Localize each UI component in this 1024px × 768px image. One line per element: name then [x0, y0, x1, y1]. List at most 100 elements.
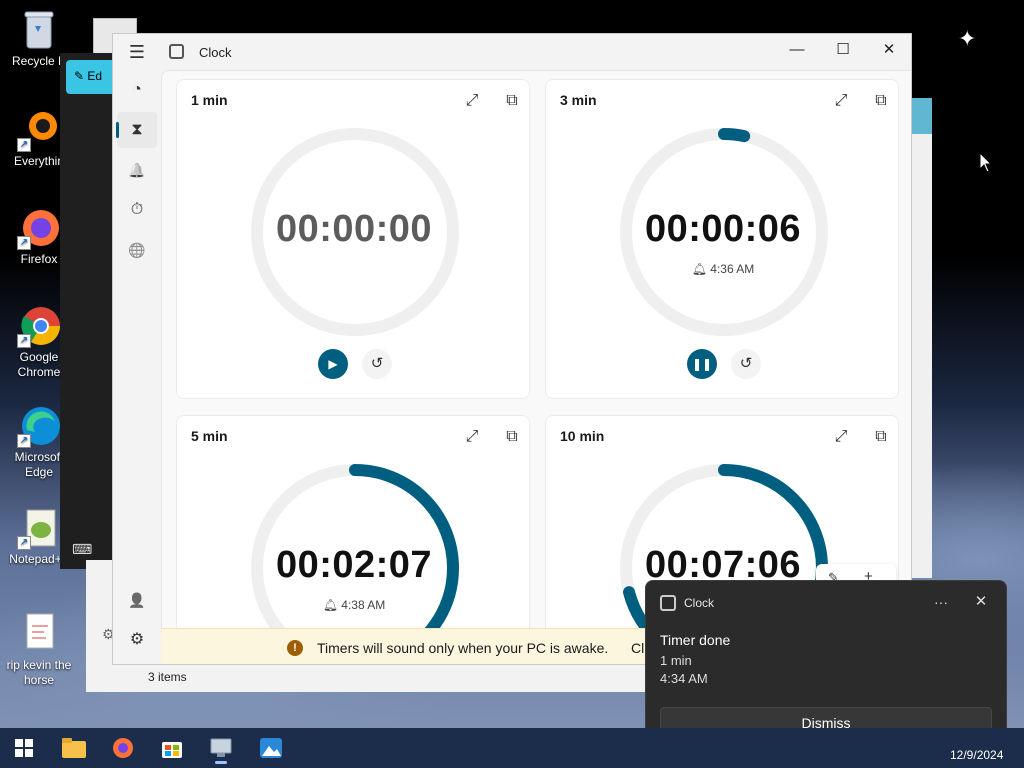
background-window-header: [910, 98, 932, 134]
nav-focus-sessions[interactable]: ◔: [117, 72, 157, 108]
maximize-button[interactable]: ☐: [820, 34, 866, 66]
reset-button[interactable]: ↺: [731, 349, 761, 379]
notepadpp-icon: ↗: [17, 506, 61, 550]
recycle-bin-icon: [17, 8, 61, 52]
hamburger-icon[interactable]: ☰: [125, 42, 149, 62]
focus-icon: ◔: [132, 81, 142, 98]
star-icon: ✦: [958, 26, 977, 51]
gear-icon: ⚙: [129, 631, 145, 648]
start-button[interactable]: [6, 732, 42, 764]
taskbar-remote-desktop[interactable]: [203, 732, 239, 764]
bell-icon: 🔔: [128, 162, 146, 178]
desktop-icon-label: Google Chrome: [17, 350, 61, 379]
photos-icon: [260, 738, 282, 758]
expand-icon[interactable]: ⤢: [828, 424, 854, 450]
end-time-label: 4:38 AM: [341, 598, 386, 612]
clock-window: ☰ Clock — ☐ ✕ ◔ ⧗ 🔔 ⏱ 🌐 👤 ⚙ 1 min ⤢ ⧉ 00…: [112, 33, 912, 665]
bell-icon: 🔔︎: [322, 598, 338, 612]
background-edit-button[interactable]: ✎ Ed: [66, 60, 112, 94]
nav-active-indicator: [116, 122, 119, 138]
nav-timer[interactable]: ⧗: [117, 112, 157, 148]
nav-alarm[interactable]: 🔔: [117, 152, 157, 188]
taskbar-store[interactable]: [154, 732, 190, 764]
timer-card: 1 min ⤢ ⧉ 00:00:00 ▶ ↺: [176, 79, 530, 399]
clock-app-icon: [169, 44, 184, 59]
timer-name: 3 min: [560, 92, 597, 108]
titlebar: ☰ Clock — ☐ ✕: [113, 34, 911, 70]
timer-name: 10 min: [560, 428, 605, 444]
nav-account[interactable]: 👤: [117, 582, 157, 618]
timer-time: 00:02:07: [275, 544, 433, 586]
expand-icon[interactable]: ⤢: [459, 424, 485, 450]
globe-icon: 🌐: [128, 242, 146, 258]
taskbar-date: 12/9/2024: [950, 748, 1004, 762]
keep-on-top-icon[interactable]: ⧉: [499, 88, 525, 114]
notification-close-button[interactable]: ✕: [968, 591, 994, 613]
desktop-icon-label: rip kevin the horse: [6, 658, 72, 687]
bell-icon: 🔔︎: [691, 262, 707, 276]
person-icon: 👤: [128, 592, 146, 608]
minimize-button[interactable]: —: [774, 34, 820, 66]
nav-stopwatch[interactable]: ⏱: [117, 192, 157, 228]
play-button[interactable]: ▶: [318, 349, 348, 379]
clock-app-icon: [660, 595, 676, 611]
nav-world-clock[interactable]: 🌐: [117, 232, 157, 268]
window-title: Clock: [199, 45, 232, 60]
side-navigation: ◔ ⧗ 🔔 ⏱ 🌐 👤 ⚙: [113, 70, 161, 664]
edge-icon: ↗: [17, 404, 61, 448]
expand-icon[interactable]: ⤢: [459, 88, 485, 114]
windows-logo-icon: [15, 739, 33, 757]
hourglass-icon: ⧗: [131, 121, 143, 138]
shortcut-arrow-icon: ↗: [17, 434, 31, 448]
warning-icon: !: [287, 640, 303, 656]
shortcut-arrow-icon: ↗: [17, 138, 31, 152]
firefox-icon: [113, 738, 133, 758]
reset-icon: ↺: [739, 355, 753, 372]
folder-icon: [62, 738, 86, 758]
notification-timer-name: 1 min: [660, 653, 692, 668]
desktop-icon-rip-kevin[interactable]: rip kevin the horse: [2, 612, 76, 688]
keyboard-icon: ⌨: [72, 541, 93, 557]
background-window-editor: ⌨: [60, 53, 114, 569]
close-button[interactable]: ✕: [866, 34, 911, 66]
firefox-icon: ↗: [17, 206, 61, 250]
desktop-icon-label: Firefox: [20, 252, 58, 266]
timer-grid: 1 min ⤢ ⧉ 00:00:00 ▶ ↺ 3 min ⤢ ⧉ 00:00:0…: [161, 70, 911, 664]
timer-card: 3 min ⤢ ⧉ 00:00:06 🔔︎ 4:36 AM ❚❚ ↺: [545, 79, 899, 399]
edit-button-label: Ed: [87, 69, 103, 83]
timer-end-time: 🔔︎ 4:36 AM: [546, 262, 900, 276]
play-icon: ▶: [328, 357, 338, 371]
stopwatch-icon: ⏱: [130, 201, 144, 218]
nav-settings[interactable]: ⚙: [117, 622, 157, 658]
pause-icon: ❚❚: [691, 357, 713, 371]
banner-action-link[interactable]: Cl: [631, 640, 644, 656]
shortcut-arrow-icon: ↗: [17, 536, 31, 550]
keep-on-top-icon[interactable]: ⧉: [868, 424, 894, 450]
reset-button[interactable]: ↺: [362, 349, 392, 379]
background-window-right: [910, 98, 932, 578]
explorer-status-text: 3 items: [148, 670, 187, 684]
timer-end-time: 🔔︎ 4:38 AM: [177, 598, 531, 612]
computer-icon: [210, 738, 232, 757]
chrome-icon: ↗: [17, 304, 61, 348]
taskbar-firefox[interactable]: [105, 732, 141, 764]
document-icon: [17, 612, 61, 656]
timer-time: 00:00:00: [275, 208, 433, 250]
mouse-cursor-icon: [979, 152, 993, 173]
keep-on-top-icon[interactable]: ⧉: [868, 88, 894, 114]
pause-button[interactable]: ❚❚: [687, 349, 717, 379]
shortcut-arrow-icon: ↗: [17, 236, 31, 250]
reset-icon: ↺: [370, 355, 384, 372]
edit-icon: ✎: [74, 69, 85, 83]
desktop-icon-label: Recycle B: [11, 54, 67, 68]
timer-name: 5 min: [191, 428, 228, 444]
expand-icon[interactable]: ⤢: [828, 88, 854, 114]
desktop-icon-label: Microsoft Edge: [14, 450, 64, 479]
more-options-button[interactable]: ···: [928, 591, 954, 613]
end-time-label: 4:36 AM: [710, 262, 755, 276]
timer-name: 1 min: [191, 92, 228, 108]
taskbar-file-explorer[interactable]: [56, 732, 92, 764]
keep-on-top-icon[interactable]: ⧉: [499, 424, 525, 450]
taskbar-photos[interactable]: [253, 732, 289, 764]
notification-time: 4:34 AM: [660, 671, 708, 686]
